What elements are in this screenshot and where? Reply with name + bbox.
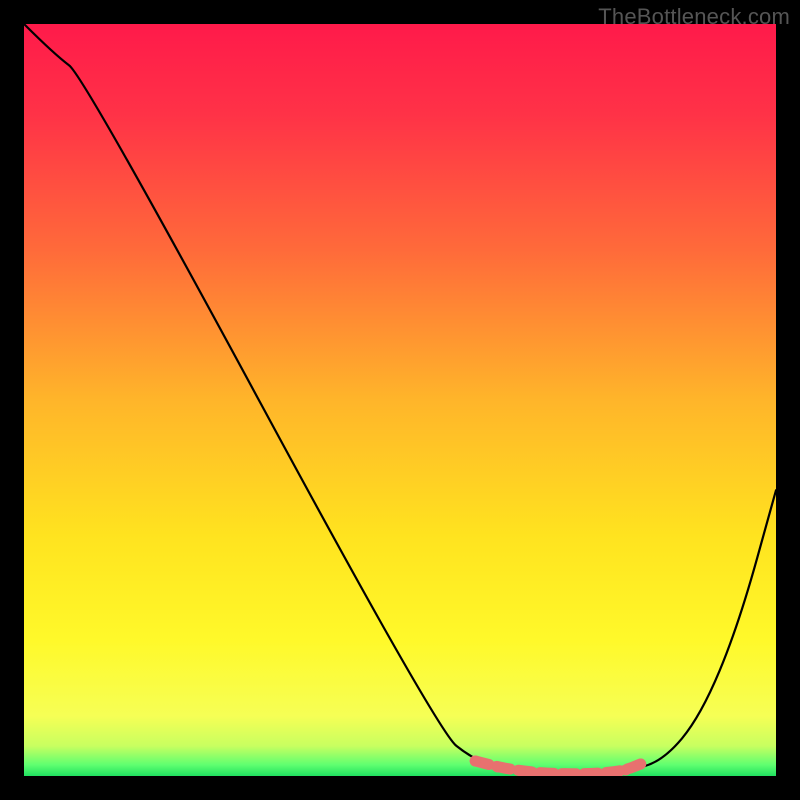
highlight-marker: [620, 764, 631, 775]
highlight-marker: [635, 758, 646, 769]
highlight-marker: [470, 755, 481, 766]
watermark-text: TheBottleneck.com: [598, 4, 790, 30]
plot-svg: [24, 24, 776, 776]
gradient-background: [24, 24, 776, 776]
highlight-marker: [515, 765, 526, 776]
highlight-marker: [492, 761, 503, 772]
chart-frame: TheBottleneck.com: [0, 0, 800, 800]
plot-area: [24, 24, 776, 776]
